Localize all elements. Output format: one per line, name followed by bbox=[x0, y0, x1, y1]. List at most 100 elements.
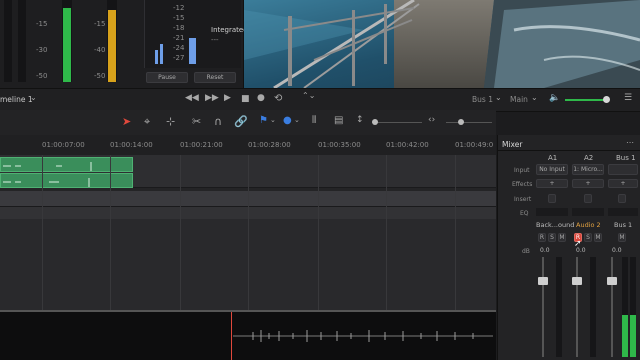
record-arm-button-a1[interactable]: R bbox=[538, 233, 546, 242]
marker-icon[interactable]: ● bbox=[283, 115, 292, 126]
grid-line bbox=[248, 155, 249, 310]
speaker-icon[interactable]: 🔈 bbox=[549, 93, 560, 103]
insert-toggle-a1[interactable] bbox=[548, 194, 556, 203]
grid-line bbox=[180, 155, 181, 310]
input-select-a2[interactable]: 1: Micro... bbox=[572, 164, 604, 175]
pause-button[interactable]: Pause bbox=[146, 72, 188, 83]
fader-db-bus1: 0.0 bbox=[612, 247, 622, 254]
fader-track-a1[interactable] bbox=[542, 257, 544, 357]
insert-toggle-bus1[interactable] bbox=[618, 194, 626, 203]
track-name-a1[interactable]: Back...ound bbox=[536, 221, 574, 229]
ruler-tick-label: 01:00:21:00 bbox=[180, 141, 223, 149]
record-icon[interactable]: ● bbox=[257, 93, 265, 103]
level-meter bbox=[107, 0, 117, 82]
fader-handle-a2[interactable] bbox=[572, 277, 582, 285]
eq-curve-a1[interactable] bbox=[536, 208, 568, 216]
row-label-input: Input bbox=[514, 167, 530, 174]
play-icon[interactable]: ▶ bbox=[224, 93, 231, 103]
volume-slider-handle[interactable] bbox=[603, 96, 610, 103]
more-options-icon[interactable]: ⋯ bbox=[626, 138, 634, 147]
effects-add-a1[interactable]: + bbox=[536, 179, 568, 188]
video-viewer bbox=[244, 0, 640, 88]
chevron-down-icon[interactable]: ⌄ bbox=[294, 116, 300, 124]
level-meter-a2 bbox=[590, 257, 596, 357]
razor-icon[interactable]: ✂ bbox=[192, 115, 201, 128]
input-select-a1[interactable]: No Input bbox=[536, 164, 568, 175]
fader-db-a2: 0.0 bbox=[576, 247, 586, 254]
grid-line bbox=[386, 155, 387, 310]
mixer-column-header: A1 bbox=[548, 154, 558, 162]
track-name-a2[interactable]: Audio 2 bbox=[576, 221, 601, 229]
fader-db-a1: 0.0 bbox=[540, 247, 550, 254]
chevron-down-icon[interactable]: ⌄ bbox=[495, 93, 502, 102]
chevron-down-icon[interactable]: ⌄ bbox=[30, 93, 37, 102]
input-select-bus1[interactable] bbox=[608, 164, 638, 175]
insert-toggle-a2[interactable] bbox=[584, 194, 592, 203]
slider-handle[interactable] bbox=[458, 119, 464, 125]
bus-selector[interactable]: Bus 1 bbox=[472, 95, 493, 104]
waveform-overview[interactable] bbox=[0, 312, 496, 360]
eq-curve-a2[interactable] bbox=[572, 208, 604, 216]
fader-track-a2[interactable] bbox=[576, 257, 578, 357]
stop-icon[interactable]: ■ bbox=[241, 94, 250, 104]
vertical-zoom-icon[interactable]: ↕ bbox=[356, 115, 364, 125]
volume-slider[interactable] bbox=[565, 96, 610, 103]
level-meter-fill bbox=[630, 315, 636, 357]
rewind-icon[interactable]: ◀◀ bbox=[185, 93, 199, 103]
eq-curve-bus1[interactable] bbox=[608, 208, 638, 216]
reset-button[interactable]: Reset bbox=[194, 72, 236, 83]
mute-button-a2[interactable]: M bbox=[594, 233, 602, 242]
solo-button-a2[interactable]: S bbox=[584, 233, 592, 242]
slider-handle[interactable] bbox=[372, 119, 378, 125]
video-frame bbox=[244, 0, 640, 88]
audio-clip[interactable] bbox=[0, 173, 133, 188]
overview-waveform bbox=[233, 330, 493, 342]
link-icon[interactable]: 🔗 bbox=[234, 115, 248, 128]
waveform-view-icon[interactable]: ⫴ bbox=[312, 115, 316, 126]
horizontal-zoom-slider[interactable] bbox=[446, 119, 492, 125]
vertical-zoom-slider[interactable] bbox=[372, 119, 422, 125]
mute-button-bus1[interactable]: M bbox=[618, 233, 626, 242]
grid-line bbox=[42, 155, 43, 310]
fader-track-bus1[interactable] bbox=[611, 257, 613, 357]
audio-meters-panel: -15 -30 -50 -15 -40 -50 -12 -15 -18 -21 … bbox=[0, 0, 248, 88]
flag-icon[interactable]: ⚑ bbox=[259, 115, 268, 126]
loudness-bar bbox=[160, 44, 163, 64]
timeline-ruler[interactable]: 01:00:07:00 01:00:14:00 01:00:21:00 01:0… bbox=[0, 135, 496, 156]
mixer-column-header: A2 bbox=[584, 154, 594, 162]
effects-add-a2[interactable]: + bbox=[572, 179, 604, 188]
meter-scale-label: -40 bbox=[94, 46, 106, 54]
mixer-title: Mixer bbox=[502, 140, 523, 149]
row-label-db: dB bbox=[522, 248, 530, 255]
selection-arrow-icon[interactable]: ➤ bbox=[122, 115, 131, 128]
solo-button-a1[interactable]: S bbox=[548, 233, 556, 242]
chevron-down-icon[interactable]: ⌄ bbox=[270, 116, 276, 124]
snapping-icon[interactable]: ∩ bbox=[214, 115, 222, 128]
timeline-name[interactable]: meline 1 bbox=[0, 95, 33, 104]
jog-arrows-icon[interactable]: ⌃⌄ bbox=[302, 91, 315, 100]
loop-icon[interactable]: ⟲ bbox=[274, 93, 282, 104]
trim-tool-icon[interactable]: ⊹ bbox=[166, 115, 175, 128]
row-label-effects: Effects bbox=[512, 181, 533, 188]
level-meter-fill bbox=[622, 315, 628, 357]
detail-zoom-icon[interactable]: ▤ bbox=[334, 115, 343, 126]
grid-line bbox=[318, 155, 319, 310]
track-name-bus1[interactable]: Bus 1 bbox=[614, 221, 632, 229]
ruler-tick-label: 01:00:42:00 bbox=[386, 141, 429, 149]
horizontal-zoom-icon[interactable]: ‹› bbox=[428, 115, 435, 125]
chevron-down-icon[interactable]: ⌄ bbox=[531, 93, 538, 102]
meter-scale-label: -30 bbox=[36, 46, 48, 54]
menu-icon[interactable]: ☰ bbox=[624, 93, 632, 103]
range-selection-icon[interactable]: ⌖ bbox=[144, 115, 150, 129]
level-meter-a1 bbox=[556, 257, 562, 357]
graph-scale-label: -12 bbox=[173, 4, 185, 12]
effects-add-bus1[interactable]: + bbox=[608, 179, 638, 188]
fader-handle-bus1[interactable] bbox=[607, 277, 617, 285]
fast-forward-icon[interactable]: ▶▶ bbox=[205, 93, 219, 103]
fader-handle-a1[interactable] bbox=[538, 277, 548, 285]
playhead[interactable] bbox=[231, 312, 232, 360]
mute-button-a1[interactable]: M bbox=[558, 233, 566, 242]
audio-clip[interactable] bbox=[0, 157, 133, 172]
main-selector[interactable]: Main bbox=[510, 95, 528, 104]
ruler-tick-label: 01:00:07:00 bbox=[42, 141, 85, 149]
